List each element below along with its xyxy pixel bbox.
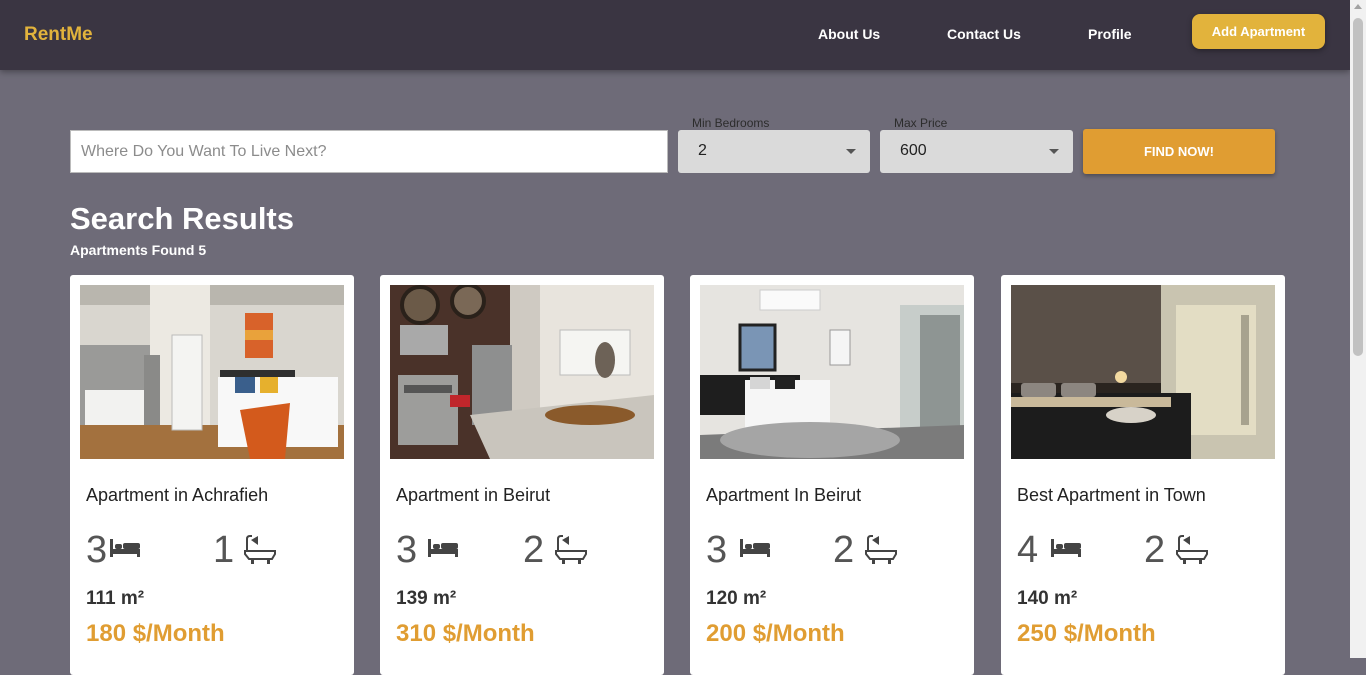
apartment-title[interactable]: Apartment in Achrafieh	[86, 485, 268, 506]
bedroom-count: 4	[1017, 529, 1039, 571]
bathtub-icon	[555, 535, 587, 570]
bathroom-count: 1	[213, 529, 235, 571]
bed-icon	[427, 535, 459, 566]
nav-about-us[interactable]: About Us	[818, 26, 880, 42]
bathroom-count: 2	[833, 529, 855, 571]
max-price-value: 600	[900, 142, 927, 159]
apartment-photo	[700, 285, 964, 459]
apartment-photo	[1011, 285, 1275, 459]
apartment-card[interactable]: Apartment In Beirut 3 2 120 m² 200 $/Mon…	[690, 275, 974, 675]
bed-icon	[739, 535, 771, 566]
apartment-area: 120 m²	[706, 588, 767, 609]
nav-contact-us[interactable]: Contact Us	[947, 26, 1021, 42]
apartment-title[interactable]: Apartment In Beirut	[706, 485, 861, 506]
bathroom-count: 2	[523, 529, 545, 571]
bed-icon	[109, 535, 141, 566]
chevron-down-icon	[1049, 149, 1059, 154]
apartment-photo	[390, 285, 654, 459]
brand-logo[interactable]: RentMe	[24, 24, 93, 46]
top-navbar: RentMe About Us Contact Us Profile Add A…	[0, 0, 1350, 70]
apartment-area: 139 m²	[396, 588, 457, 609]
apartment-photo	[80, 285, 344, 459]
bedroom-count: 3	[86, 529, 108, 571]
max-price-select[interactable]: 600	[880, 130, 1073, 173]
apartment-price: 200 $/Month	[706, 620, 845, 647]
scroll-up-arrow-icon[interactable]	[1354, 4, 1362, 9]
apartment-area: 140 m²	[1017, 588, 1078, 609]
bathtub-icon	[1176, 535, 1208, 570]
bathtub-icon	[244, 535, 276, 570]
apartments-found-count: Apartments Found 5	[70, 242, 207, 258]
min-bedrooms-value: 2	[698, 142, 707, 159]
apartment-price: 250 $/Month	[1017, 620, 1156, 647]
bedroom-count: 3	[396, 529, 418, 571]
page-scrollbar[interactable]	[1350, 0, 1366, 658]
apartment-title[interactable]: Best Apartment in Town	[1017, 485, 1206, 506]
min-bedrooms-label: Min Bedrooms	[692, 116, 770, 130]
bedroom-count: 3	[706, 529, 728, 571]
apartment-card[interactable]: Apartment in Beirut 3 2 139 m² 310 $/Mon…	[380, 275, 664, 675]
bathroom-count: 2	[1144, 529, 1166, 571]
apartment-title[interactable]: Apartment in Beirut	[396, 485, 550, 506]
min-bedrooms-select[interactable]: 2	[678, 130, 870, 173]
apartment-price: 180 $/Month	[86, 620, 225, 647]
apartment-card[interactable]: Best Apartment in Town 4 2 140 m² 250 $/…	[1001, 275, 1285, 675]
nav-profile[interactable]: Profile	[1088, 26, 1132, 42]
chevron-down-icon	[846, 149, 856, 154]
bathtub-icon	[865, 535, 897, 570]
scroll-thumb[interactable]	[1353, 18, 1363, 356]
apartment-area: 111 m²	[86, 588, 145, 609]
find-now-button[interactable]: FIND NOW!	[1083, 129, 1275, 174]
bed-icon	[1050, 535, 1082, 566]
apartment-price: 310 $/Month	[396, 620, 535, 647]
add-apartment-button[interactable]: Add Apartment	[1192, 14, 1325, 49]
max-price-label: Max Price	[894, 116, 948, 130]
apartment-card[interactable]: Apartment in Achrafieh 3 1 111 m² 180 $/…	[70, 275, 354, 675]
location-search-input[interactable]	[70, 130, 668, 173]
search-results-title: Search Results	[70, 201, 294, 236]
